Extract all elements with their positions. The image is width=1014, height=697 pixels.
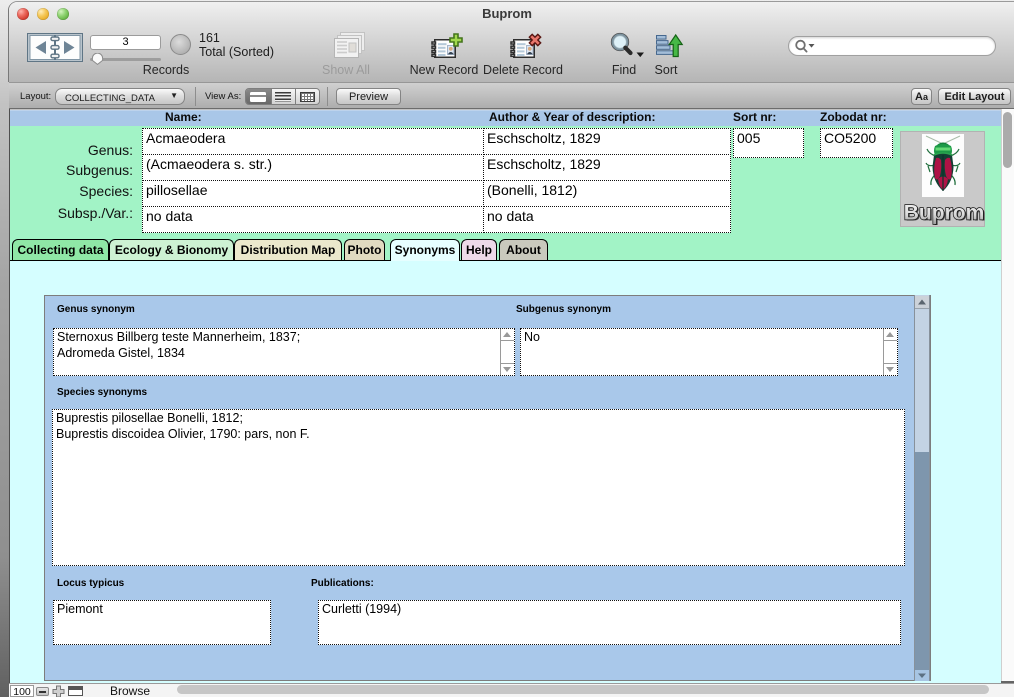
svg-text:Buprom: Buprom xyxy=(904,202,985,225)
